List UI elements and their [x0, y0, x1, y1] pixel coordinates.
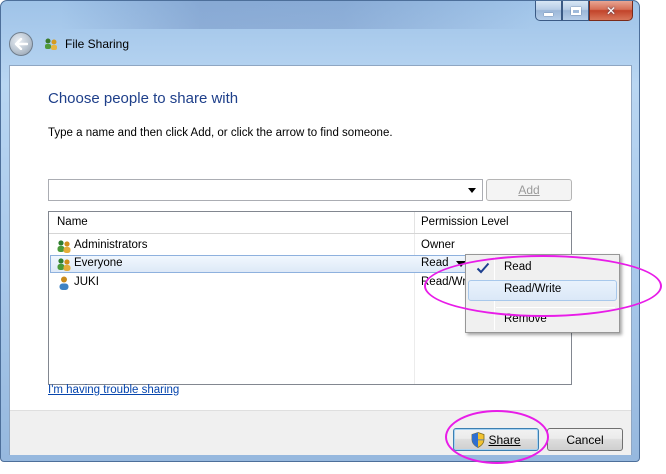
title-bar-background: [61, 1, 531, 29]
row-permission: Read: [421, 257, 449, 269]
shield-icon: [472, 431, 485, 448]
share-button[interactable]: Share: [453, 428, 539, 451]
menu-item-read-write[interactable]: Read/Write: [468, 280, 617, 301]
group-icon: [57, 240, 71, 253]
list-header: Name Permission Level: [49, 212, 571, 234]
back-button[interactable]: [9, 32, 33, 56]
menu-item-label: Read: [504, 261, 532, 273]
page-title: Choose people to share with: [48, 90, 239, 107]
maximize-icon: [570, 6, 581, 15]
minimize-button[interactable]: [535, 1, 562, 21]
add-button[interactable]: Add: [486, 179, 572, 201]
cancel-button[interactable]: Cancel: [547, 428, 623, 451]
dialog-footer: Share Cancel: [10, 410, 631, 455]
menu-separator: [496, 307, 615, 308]
minimize-icon: [544, 12, 553, 16]
window-title: File Sharing: [65, 37, 130, 51]
file-sharing-icon: [45, 38, 57, 50]
dropdown-arrow-icon[interactable]: [468, 188, 476, 193]
row-permission: Owner: [421, 239, 455, 251]
caption-buttons: ✕: [535, 1, 633, 21]
cancel-button-label: Cancel: [566, 432, 604, 447]
row-name: JUKI: [74, 276, 99, 288]
menu-item-label: Remove: [504, 313, 547, 325]
menu-item-remove[interactable]: Remove: [468, 310, 617, 331]
row-name: Administrators: [74, 239, 148, 251]
list-item[interactable]: Administrators Owner: [50, 237, 570, 255]
trouble-sharing-link[interactable]: I'm having trouble sharing: [48, 384, 179, 396]
column-divider[interactable]: [414, 212, 415, 233]
back-arrow-icon: [14, 38, 28, 50]
instruction-text: Type a name and then click Add, or click…: [48, 127, 393, 139]
row-name: Everyone: [74, 257, 123, 269]
checkmark-icon: [476, 262, 490, 274]
close-icon: ✕: [605, 3, 617, 18]
close-button[interactable]: ✕: [589, 1, 633, 21]
column-header-name[interactable]: Name: [57, 216, 88, 228]
name-combobox[interactable]: [48, 179, 483, 201]
permission-menu: Read Read/Write Remove: [465, 254, 620, 333]
column-header-permission[interactable]: Permission Level: [421, 216, 509, 228]
add-button-label: Add: [518, 183, 540, 197]
group-icon: [57, 258, 71, 271]
title-bar: File Sharing: [9, 31, 129, 57]
share-button-label: Share: [488, 432, 521, 447]
menu-item-label: Read/Write: [504, 283, 562, 295]
user-icon: [59, 276, 69, 290]
menu-item-read[interactable]: Read: [468, 258, 617, 279]
file-sharing-window: ✕ File Sharing Choose people to share wi…: [0, 0, 640, 462]
maximize-button[interactable]: [562, 1, 589, 21]
